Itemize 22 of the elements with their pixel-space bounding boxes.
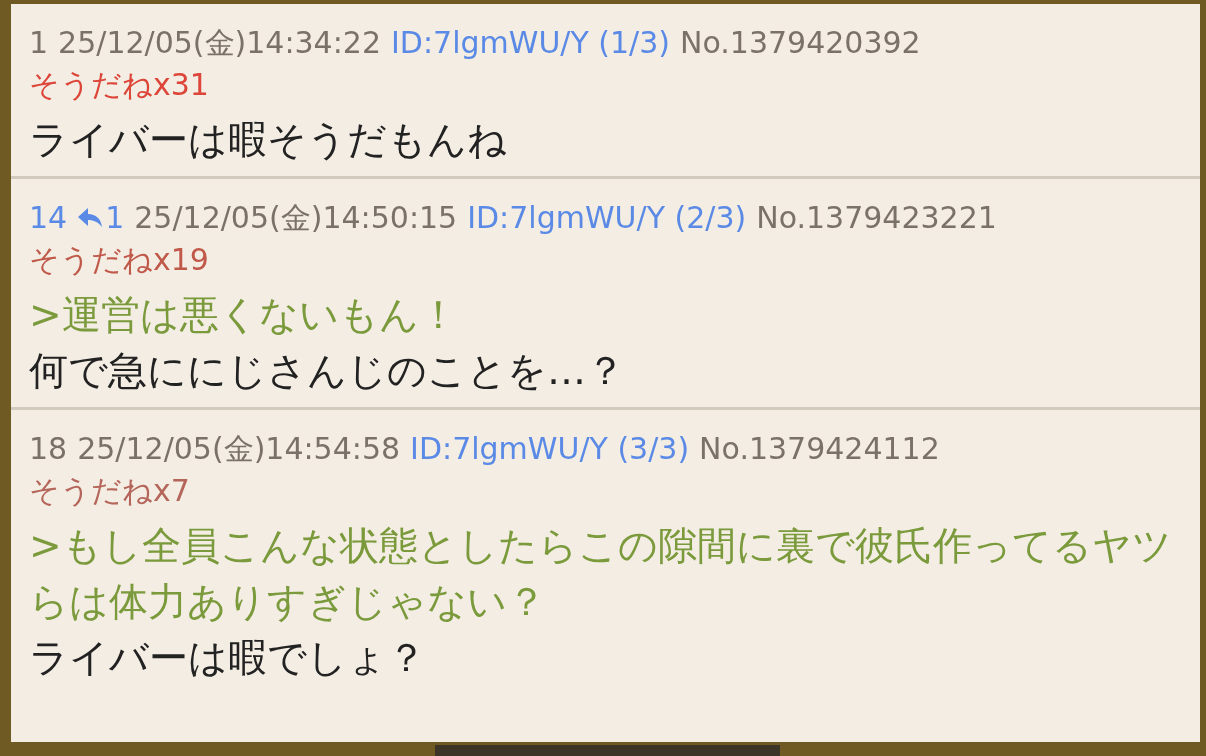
post-text: 何で急ににじさんじのことを…？ bbox=[29, 347, 626, 395]
post-text: ライバーは暇そうだもんね bbox=[29, 116, 508, 164]
poster-id[interactable]: ID:7lgmWU/Y (1/3) bbox=[391, 24, 670, 62]
quoted-text: >もし全員こんな状態としたらこの隙間に裏で彼氏作ってるヤツらは体力ありすぎじゃない？ bbox=[29, 522, 1173, 626]
post-no[interactable]: No.1379420392 bbox=[680, 24, 921, 62]
post-number[interactable]: 14 bbox=[29, 199, 68, 237]
sodane-count[interactable]: そうだねx7 bbox=[29, 468, 1190, 514]
post-number: 1 bbox=[29, 24, 49, 62]
post-date: 25/12/05(金)14:50:15 bbox=[134, 199, 458, 237]
post-number: 18 bbox=[29, 430, 68, 468]
reply-link[interactable]: 1 bbox=[105, 199, 125, 237]
poster-id[interactable]: ID:7lgmWU/Y (2/3) bbox=[467, 199, 747, 237]
poster-id[interactable]: ID:7lgmWU/Y (3/3) bbox=[410, 430, 690, 468]
post-date: 25/12/05(金)14:34:22 bbox=[58, 24, 381, 62]
sodane-count[interactable]: そうだねx31 bbox=[29, 62, 1190, 108]
reply-icon[interactable] bbox=[77, 207, 104, 229]
post-no[interactable]: No.1379423221 bbox=[756, 199, 997, 237]
quoted-text: >運営は悪くないもん！ bbox=[29, 291, 459, 339]
post-text: ライバーは暇でしょ？ bbox=[29, 634, 427, 682]
sodane-count[interactable]: そうだねx19 bbox=[29, 237, 1190, 283]
post-no[interactable]: No.1379424112 bbox=[699, 430, 940, 468]
post-date: 25/12/05(金)14:54:58 bbox=[77, 430, 401, 468]
